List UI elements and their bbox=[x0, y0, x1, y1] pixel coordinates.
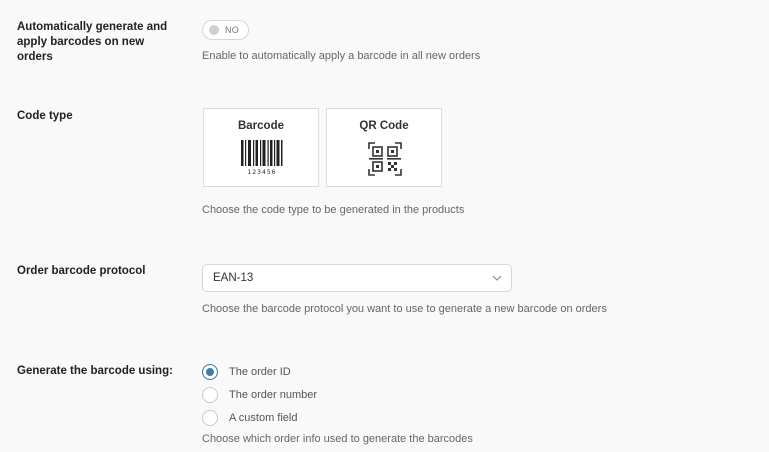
code-type-card-title: Barcode bbox=[237, 120, 285, 132]
order-protocol-description: Choose the barcode protocol you want to … bbox=[202, 303, 607, 315]
order-protocol-selected-value: EAN-13 bbox=[213, 272, 254, 284]
barcode-icon: 123456 bbox=[241, 140, 283, 176]
toggle-state-text: NO bbox=[225, 25, 240, 35]
radio-label: The order ID bbox=[229, 366, 291, 378]
generate-using-description: Choose which order info used to generate… bbox=[202, 433, 473, 445]
barcode-digits: 123456 bbox=[248, 169, 277, 176]
auto-generate-description: Enable to automatically apply a barcode … bbox=[202, 50, 481, 62]
radio-label: A custom field bbox=[229, 412, 298, 424]
qr-code-icon bbox=[368, 142, 402, 176]
radio-option-custom-field[interactable]: A custom field bbox=[202, 409, 297, 427]
code-type-card-title: QR Code bbox=[359, 120, 409, 132]
radio-option-order-number[interactable]: The order number bbox=[202, 386, 317, 404]
code-type-description: Choose the code type to be generated in … bbox=[202, 204, 465, 216]
radio-button[interactable] bbox=[202, 410, 218, 426]
order-protocol-select[interactable]: EAN-13 bbox=[202, 264, 512, 292]
order-protocol-label: Order barcode protocol bbox=[17, 265, 146, 277]
toggle-knob bbox=[209, 25, 219, 35]
code-type-card-qr[interactable]: QR Code bbox=[326, 108, 442, 187]
code-type-label: Code type bbox=[17, 110, 73, 122]
radio-option-order-id[interactable]: The order ID bbox=[202, 363, 291, 381]
generate-using-label: Generate the barcode using: bbox=[17, 365, 173, 377]
auto-generate-label: Automatically generate and apply barcode… bbox=[17, 21, 168, 63]
chevron-down-icon bbox=[492, 275, 502, 281]
auto-generate-toggle[interactable]: NO bbox=[202, 20, 249, 40]
radio-label: The order number bbox=[229, 389, 318, 401]
radio-button[interactable] bbox=[202, 387, 218, 403]
code-type-card-barcode[interactable]: Barcode 123456 bbox=[203, 108, 319, 187]
radio-button-checked[interactable] bbox=[202, 364, 218, 380]
